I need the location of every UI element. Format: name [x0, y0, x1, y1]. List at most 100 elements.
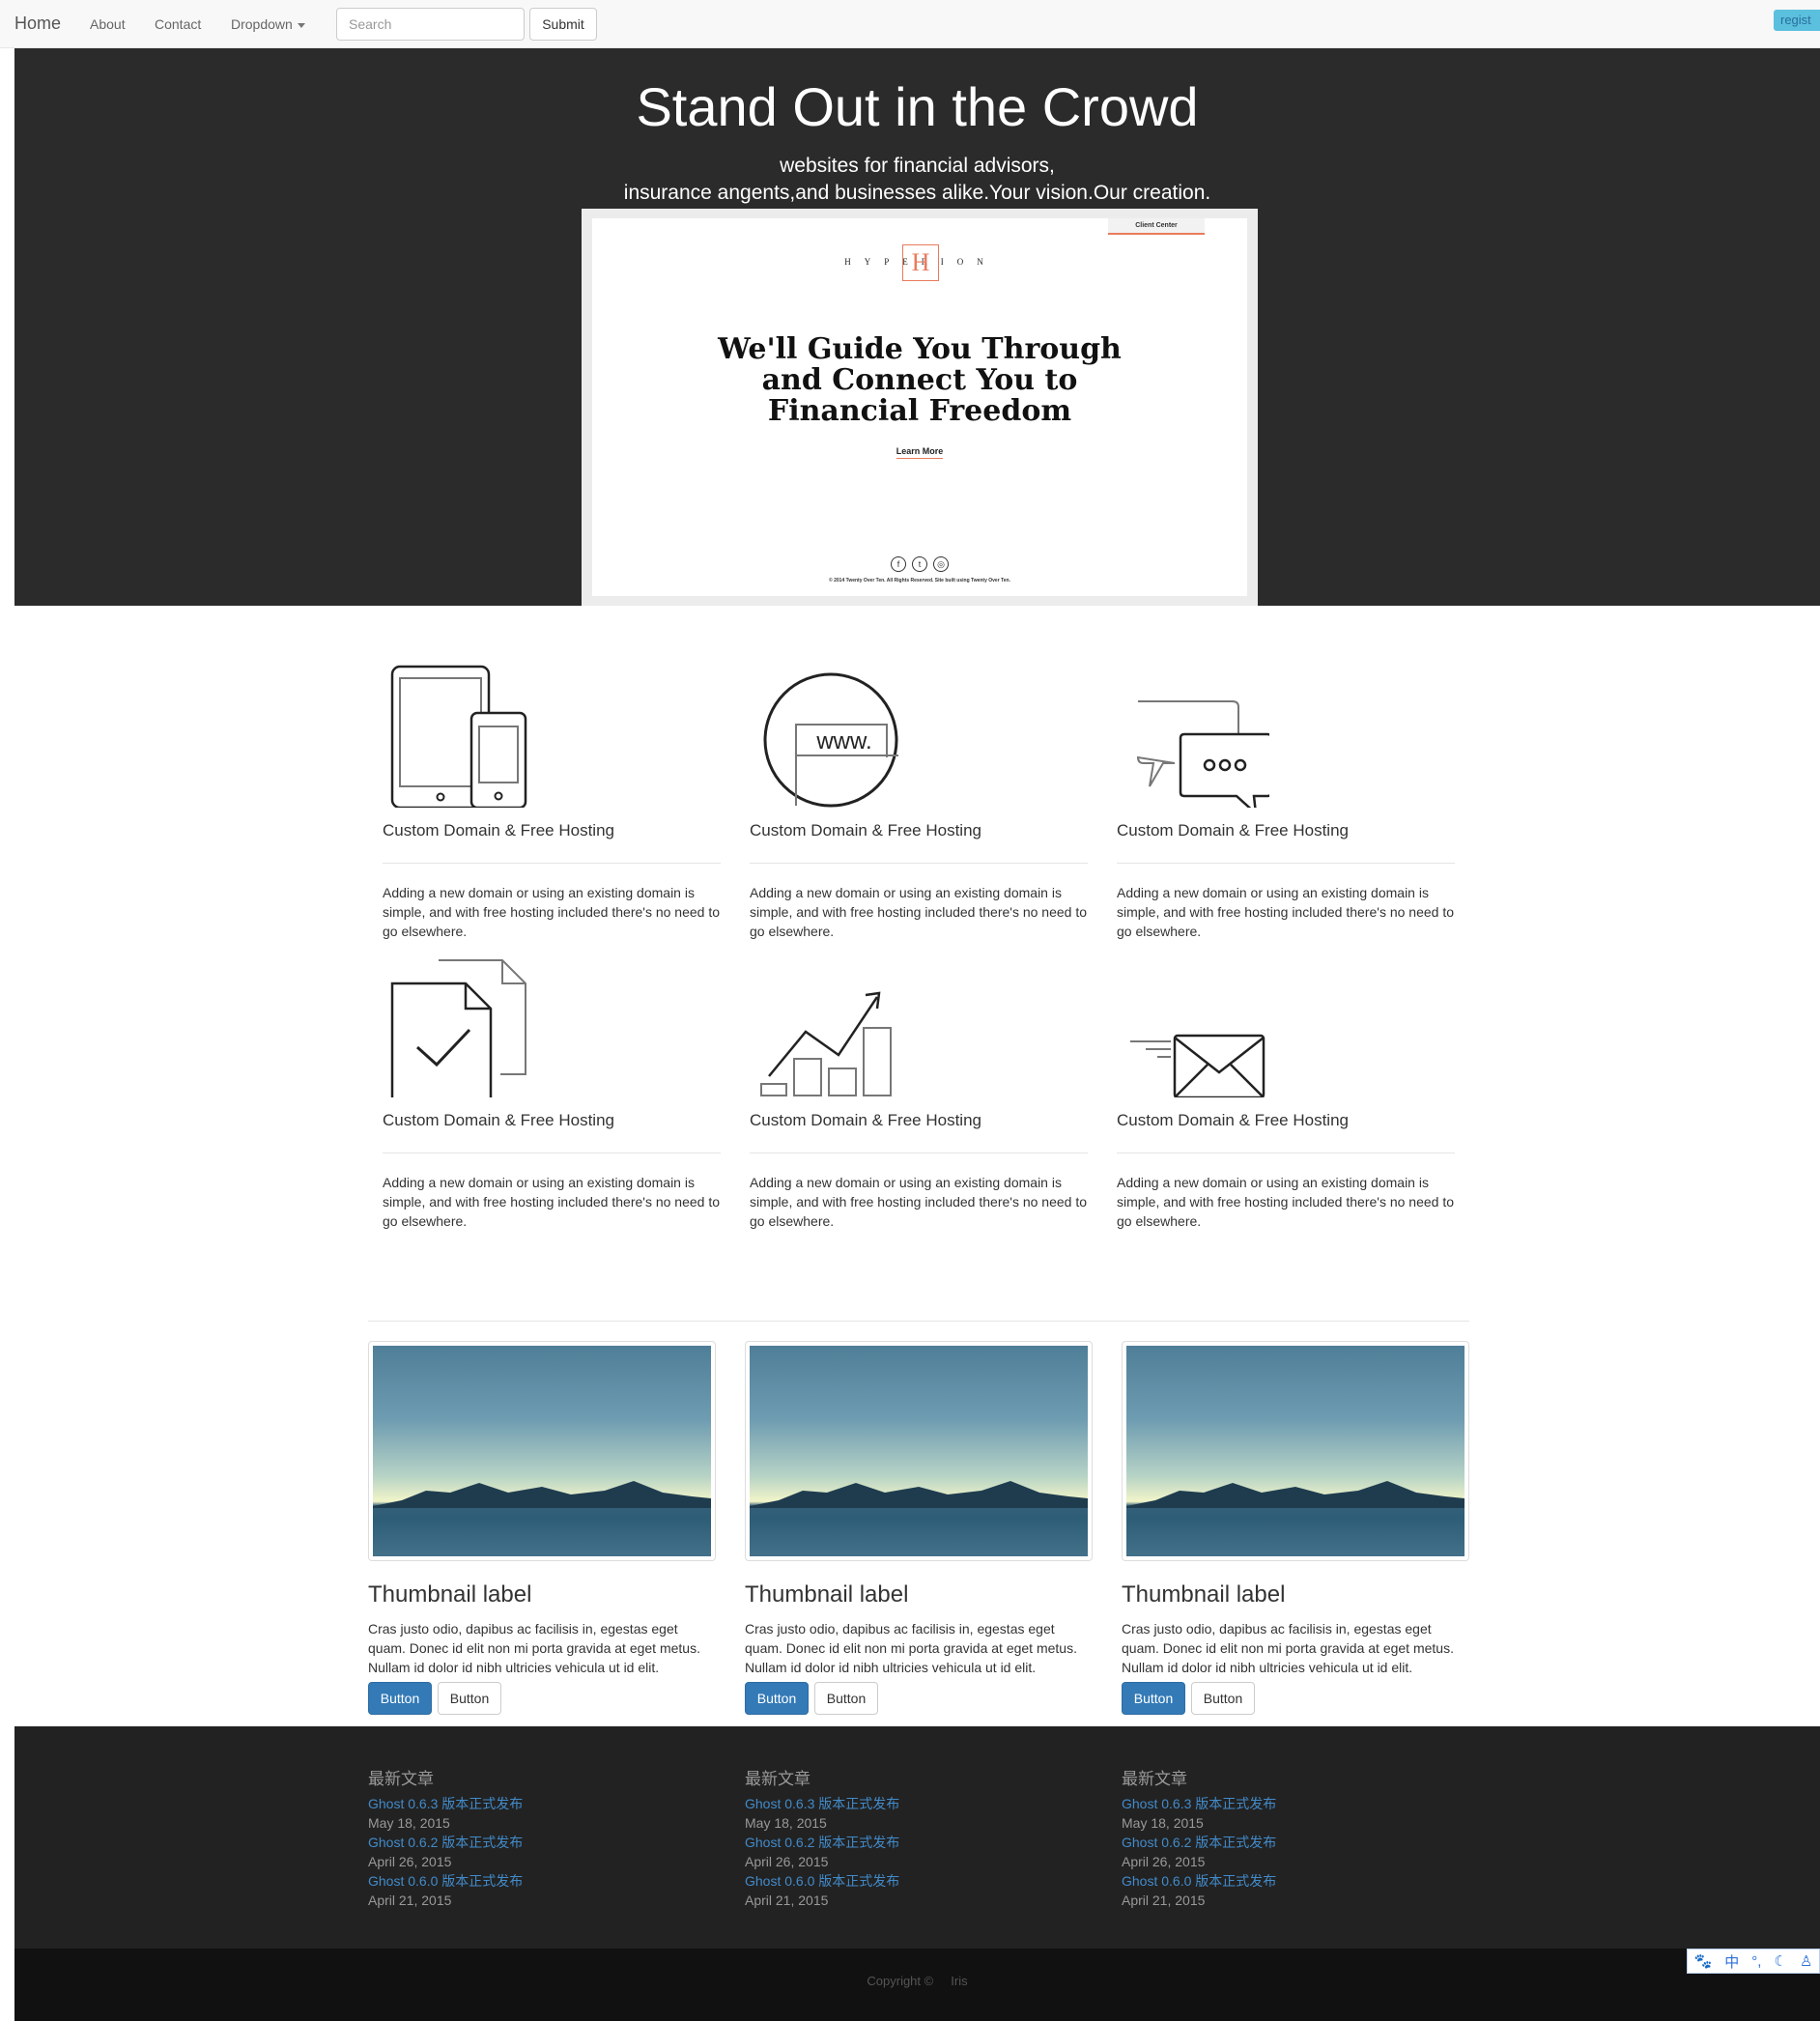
- post-date: May 18, 2015: [368, 1815, 450, 1831]
- mountains-silhouette: [750, 1481, 1088, 1508]
- post-date: April 21, 2015: [368, 1893, 452, 1908]
- post-link[interactable]: Ghost 0.6.3 版本正式发布: [745, 1794, 1093, 1813]
- ime-punctuation[interactable]: °,: [1751, 1953, 1761, 1970]
- preview-heading-line1: We'll Guide You Through: [718, 332, 1122, 366]
- copyright-bar: Copyright © Iris: [14, 1949, 1820, 2021]
- mountains-silhouette: [373, 1481, 711, 1508]
- post-date: April 26, 2015: [368, 1854, 452, 1869]
- navbar: Home About Contact Dropdown Submit regis…: [0, 0, 1820, 48]
- facebook-icon: f: [891, 556, 906, 572]
- thumbnail-card: Thumbnail label Cras justo odio, dapibus…: [745, 1341, 1093, 1718]
- footer-heading: 最新文章: [1122, 1770, 1187, 1788]
- thumbnail-image-frame[interactable]: [368, 1341, 716, 1561]
- post-date: April 21, 2015: [745, 1893, 829, 1908]
- thumbnail-label: Thumbnail label: [745, 1581, 909, 1608]
- copyright-text: Copyright © Iris: [867, 1974, 968, 1988]
- preview-heading: We'll Guide You Through and Connect You …: [592, 334, 1247, 427]
- thumbnail-label: Thumbnail label: [368, 1581, 532, 1608]
- search-input[interactable]: [336, 8, 525, 41]
- footer-heading: 最新文章: [745, 1770, 810, 1788]
- preview-footer-text: © 2014 Twenty Over Ten. All Rights Reser…: [829, 578, 1010, 584]
- website-preview-screenshot: Client Center HYPERION H We'll Guide You…: [582, 209, 1258, 606]
- feature-card: Custom Domain & Free Hosting Adding a ne…: [1117, 663, 1455, 943]
- post-link[interactable]: Ghost 0.6.0 版本正式发布: [1122, 1871, 1469, 1891]
- thumbnail-label: Thumbnail label: [1122, 1581, 1286, 1608]
- thumbnail-card: Thumbnail label Cras justo odio, dapibus…: [368, 1341, 716, 1718]
- post-link[interactable]: Ghost 0.6.3 版本正式发布: [368, 1794, 716, 1813]
- paw-icon[interactable]: 🐾: [1694, 1952, 1713, 1970]
- feature-card: Custom Domain & Free Hosting Adding a ne…: [750, 953, 1088, 1233]
- post-date: April 21, 2015: [1122, 1893, 1206, 1908]
- post-date: April 26, 2015: [745, 1854, 829, 1869]
- chat-bubbles-icon: [1136, 700, 1269, 808]
- feature-divider: [1117, 863, 1455, 864]
- thumbnail-card: Thumbnail label Cras justo odio, dapibus…: [1122, 1341, 1469, 1718]
- svg-text:www.: www.: [815, 728, 871, 754]
- footer-heading: 最新文章: [368, 1770, 434, 1788]
- submit-button[interactable]: Submit: [529, 8, 597, 41]
- preview-logo: HYPERION H: [834, 243, 1008, 284]
- preview-page: Client Center HYPERION H We'll Guide You…: [592, 218, 1247, 596]
- nav-contact-link[interactable]: Contact: [155, 16, 201, 32]
- feature-description: Adding a new domain or using an existing…: [383, 1175, 721, 1229]
- growth-chart-icon: [760, 991, 892, 1096]
- thumbnail-text: Cras justo odio, dapibus ac facilisis in…: [1122, 1621, 1454, 1675]
- preview-learn-more: Learn More: [592, 446, 1247, 459]
- mountains-silhouette: [1126, 1481, 1465, 1508]
- lake-mountain-image: [750, 1346, 1088, 1556]
- footer-recent-posts: 最新文章 Ghost 0.6.3 版本正式发布 May 18, 2015 Gho…: [745, 1765, 1093, 1910]
- nav-about-link[interactable]: About: [90, 16, 126, 32]
- feature-card: Custom Domain & Free Hosting Adding a ne…: [1117, 953, 1455, 1233]
- feature-title: Custom Domain & Free Hosting: [383, 821, 614, 840]
- nav-dropdown-toggle[interactable]: Dropdown: [231, 16, 305, 32]
- document-check-icon: [390, 959, 526, 1097]
- feature-description: Adding a new domain or using an existing…: [1117, 1175, 1455, 1229]
- feature-title: Custom Domain & Free Hosting: [1117, 821, 1349, 840]
- post-date: May 18, 2015: [1122, 1815, 1204, 1831]
- ime-toolbar: 🐾 中 °, ☾ ♙: [1687, 1949, 1820, 1974]
- post-link[interactable]: Ghost 0.6.3 版本正式发布: [1122, 1794, 1469, 1813]
- post-link[interactable]: Ghost 0.6.0 版本正式发布: [745, 1871, 1093, 1891]
- hero-subtitle: websites for financial advisors, insuran…: [14, 153, 1820, 207]
- hero-subtitle-line2: insurance angents,and businesses alike.Y…: [623, 182, 1211, 204]
- feature-divider: [750, 863, 1088, 864]
- hero-subtitle-line1: websites for financial advisors,: [780, 155, 1055, 177]
- default-button[interactable]: Button: [438, 1682, 501, 1715]
- feature-card: Custom Domain & Free Hosting Adding a ne…: [383, 953, 721, 1233]
- post-date: May 18, 2015: [745, 1815, 827, 1831]
- thumbnail-text: Cras justo odio, dapibus ac facilisis in…: [745, 1621, 1077, 1675]
- register-button[interactable]: regist: [1774, 10, 1820, 31]
- envelope-icon: [1130, 1034, 1265, 1097]
- default-button[interactable]: Button: [1191, 1682, 1255, 1715]
- brand-home-link[interactable]: Home: [14, 14, 61, 34]
- thumbnail-image-frame[interactable]: [745, 1341, 1093, 1561]
- lake-mountain-image: [1126, 1346, 1465, 1556]
- primary-button[interactable]: Button: [368, 1682, 432, 1715]
- moon-icon[interactable]: ☾: [1774, 1952, 1786, 1970]
- default-button[interactable]: Button: [814, 1682, 878, 1715]
- preview-heading-line2: and Connect You to: [761, 363, 1078, 397]
- primary-button[interactable]: Button: [745, 1682, 809, 1715]
- feature-description: Adding a new domain or using an existing…: [383, 885, 721, 939]
- feature-title: Custom Domain & Free Hosting: [750, 821, 981, 840]
- devices-icon: [390, 665, 527, 808]
- twitter-icon: t: [912, 556, 927, 572]
- nav-dropdown-label: Dropdown: [231, 16, 293, 32]
- primary-button[interactable]: Button: [1122, 1682, 1185, 1715]
- hero-section: Stand Out in the Crowd websites for fina…: [14, 48, 1820, 606]
- preview-learn-more-label: Learn More: [896, 446, 944, 459]
- person-icon[interactable]: ♙: [1800, 1952, 1812, 1970]
- post-link[interactable]: Ghost 0.6.2 版本正式发布: [745, 1833, 1093, 1852]
- post-link[interactable]: Ghost 0.6.2 版本正式发布: [1122, 1833, 1469, 1852]
- post-link[interactable]: Ghost 0.6.0 版本正式发布: [368, 1871, 716, 1891]
- post-date: April 26, 2015: [1122, 1854, 1206, 1869]
- feature-title: Custom Domain & Free Hosting: [750, 1111, 981, 1129]
- preview-heading-line3: Financial Freedom: [767, 394, 1072, 428]
- feature-description: Adding a new domain or using an existing…: [750, 885, 1088, 939]
- post-link[interactable]: Ghost 0.6.2 版本正式发布: [368, 1833, 716, 1852]
- feature-description: Adding a new domain or using an existing…: [750, 1175, 1088, 1229]
- ime-chinese-mode[interactable]: 中: [1724, 1951, 1739, 1972]
- feature-card: www. Custom Domain & Free Hosting Adding…: [750, 663, 1088, 943]
- thumbnail-image-frame[interactable]: [1122, 1341, 1469, 1561]
- preview-client-center-tab: Client Center: [1108, 218, 1205, 235]
